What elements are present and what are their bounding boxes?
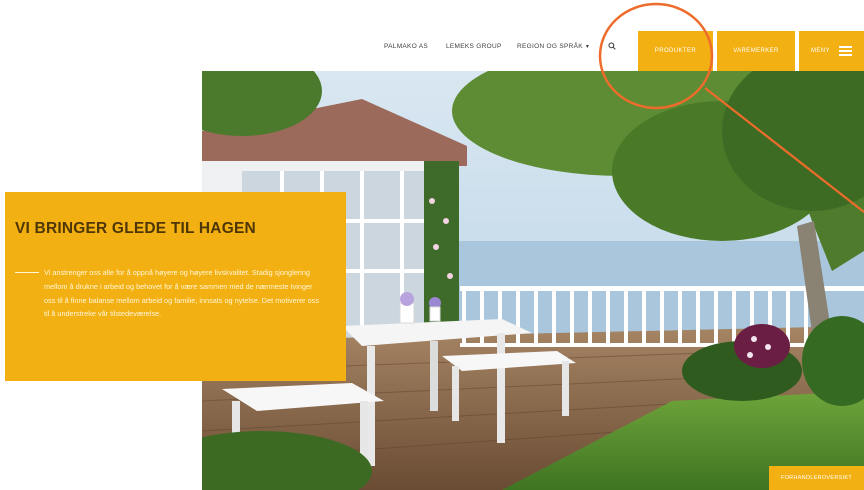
dealer-overview-button[interactable]: FORHANDLEROVERSIKT [769,466,864,490]
produkter-button[interactable]: PRODUKTER [638,31,713,71]
title-divider [15,272,39,273]
chevron-down-icon: ▾ [585,44,590,50]
nav-link-palmako[interactable]: PALMAKO AS [384,43,428,50]
hamburger-icon [838,43,852,58]
menu-button[interactable]: MENY [799,31,864,71]
nav-link-lemeks-group[interactable]: LEMEKS GROUP [446,43,502,50]
varemerker-button[interactable]: VAREMERKER [717,31,795,71]
region-language-label: REGION OG SPRÅK [517,43,583,50]
menu-button-label: MENY [811,48,830,54]
hero-text-card: VI BRINGER GLEDE TIL HAGEN Vi anstrenger… [5,192,346,381]
hero-title: VI BRINGER GLEDE TIL HAGEN [15,220,256,237]
nav-link-region-language[interactable]: REGION OG SPRÅK ▾ [517,43,589,50]
hero-description: Vi anstrenger oss alle for å oppnå høyer… [44,268,319,319]
search-icon[interactable] [608,42,616,50]
